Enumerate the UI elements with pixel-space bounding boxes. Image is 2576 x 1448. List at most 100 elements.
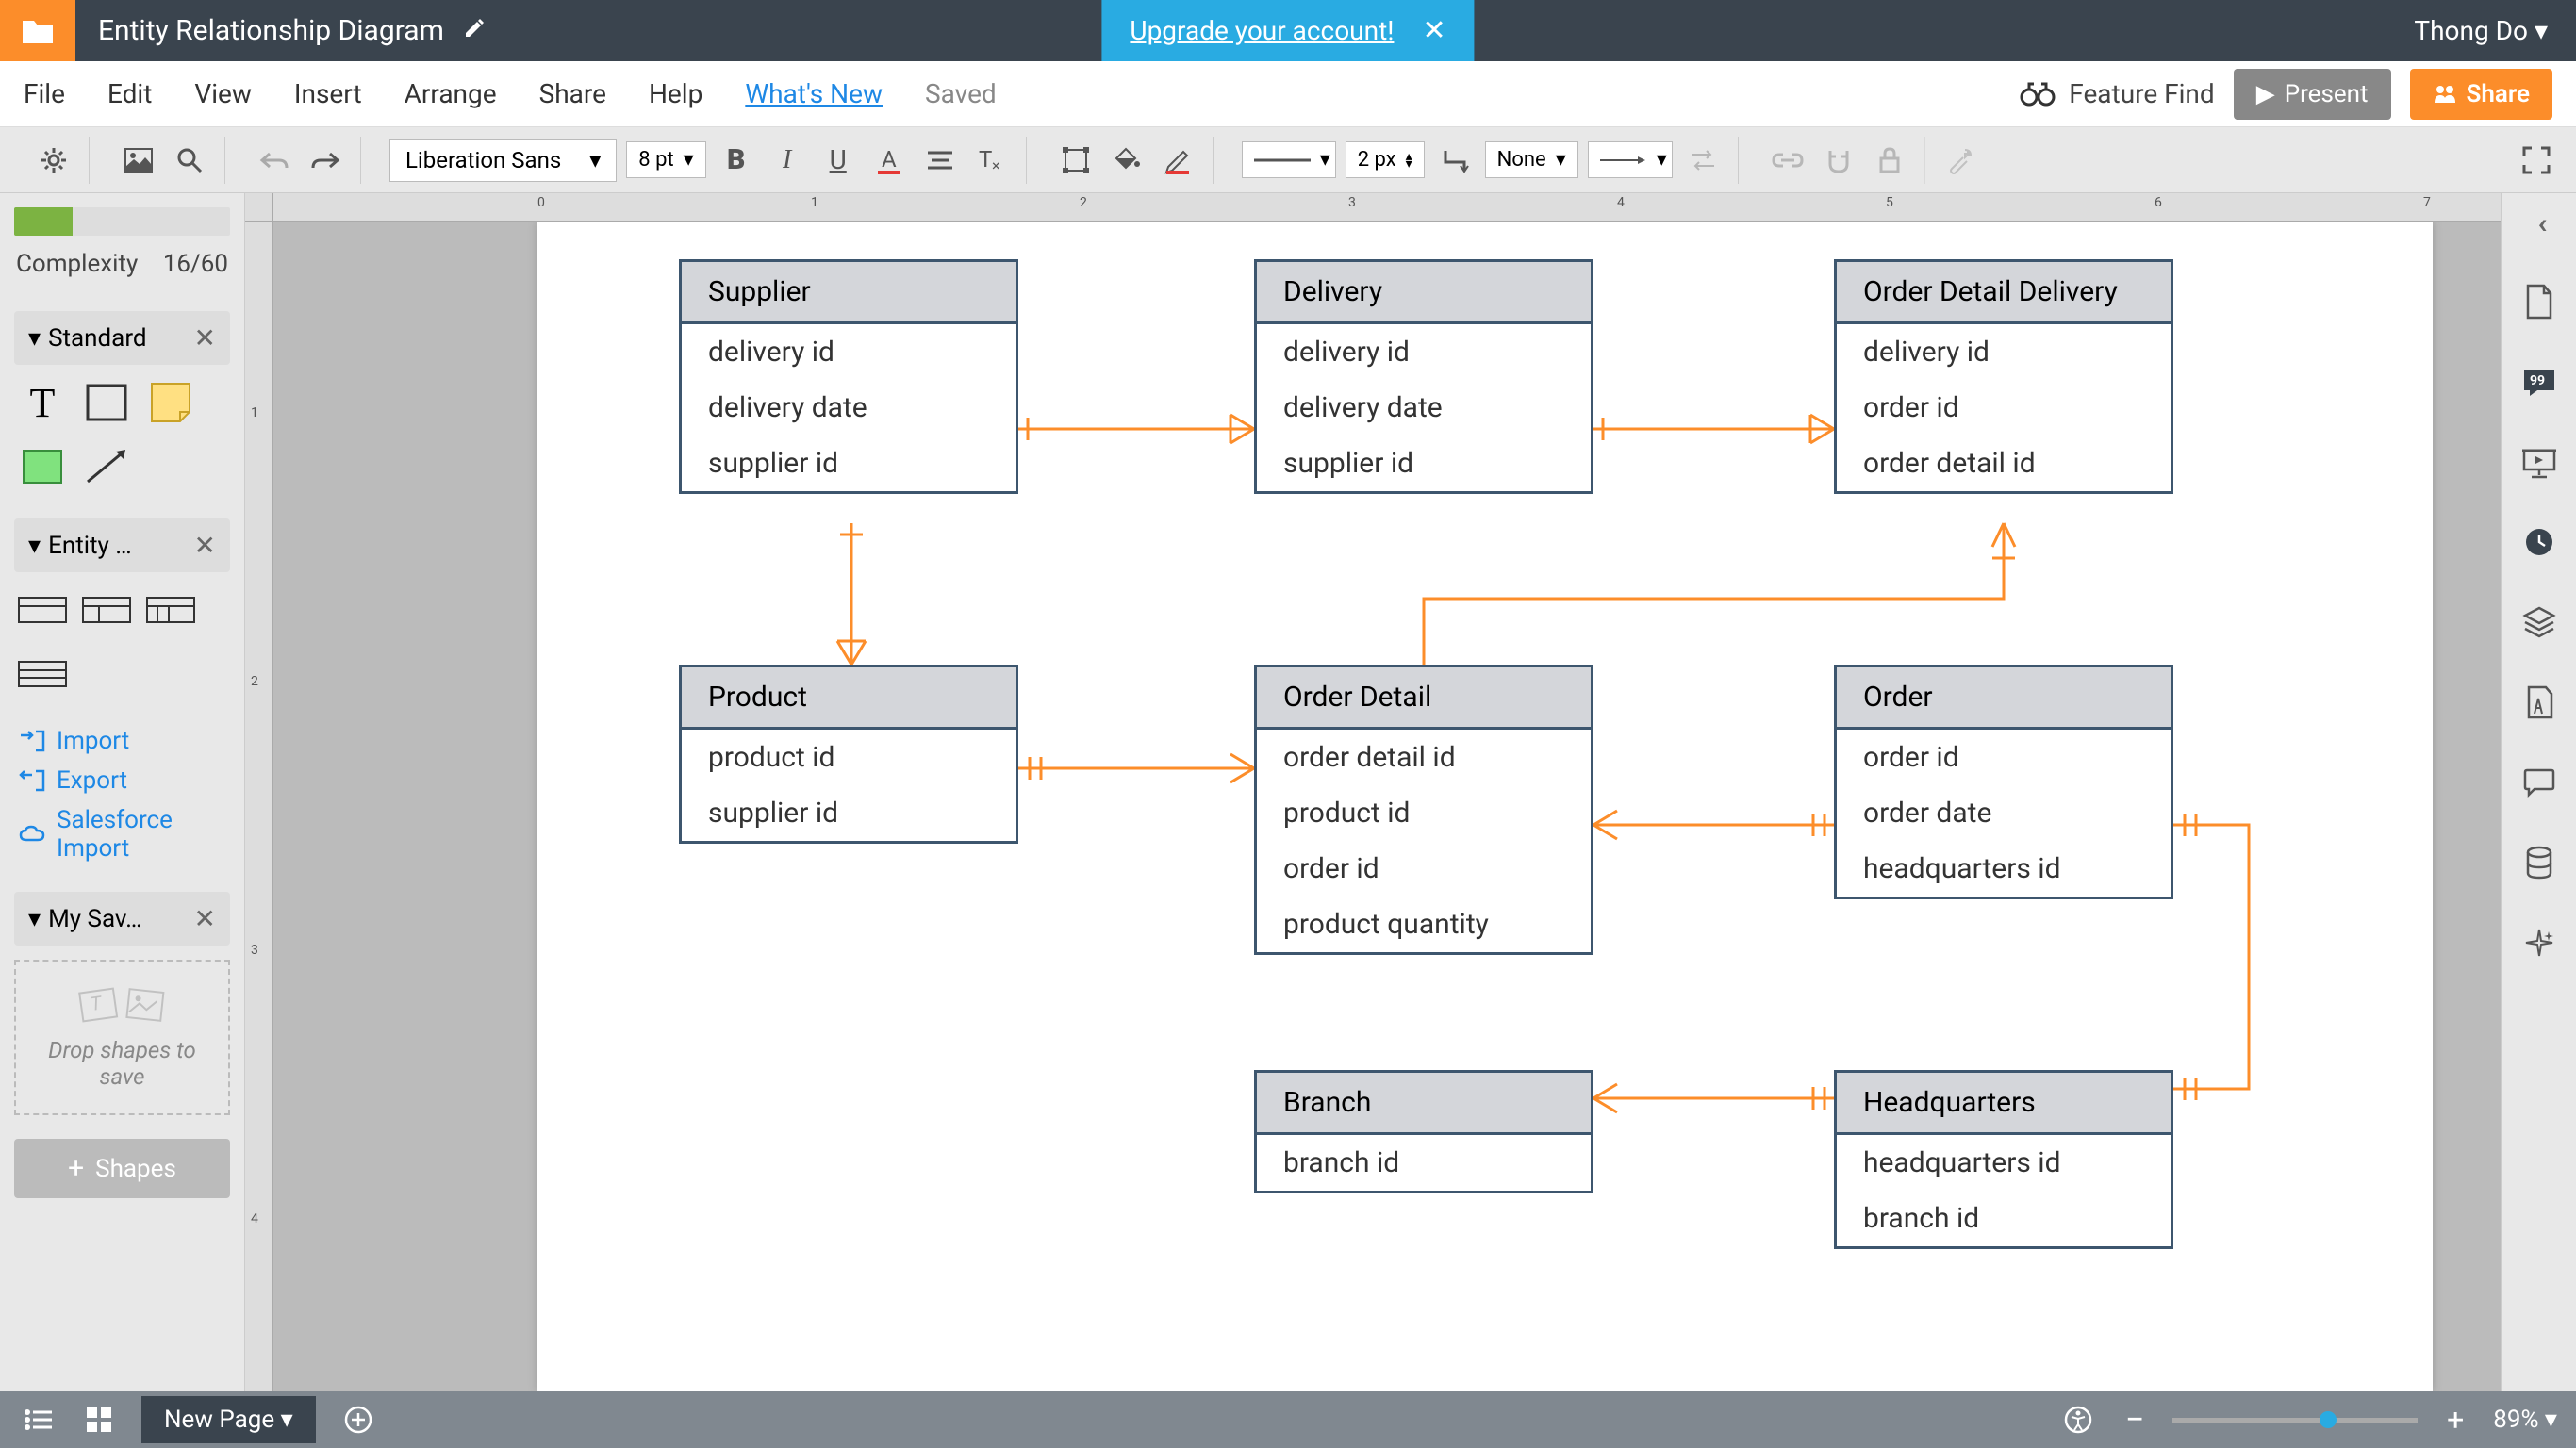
menu-insert[interactable]: Insert xyxy=(294,78,362,109)
panel-entity[interactable]: ▾ Entity … ✕ xyxy=(14,518,230,572)
collapse-right-icon[interactable]: ‹‹ xyxy=(2537,207,2539,240)
format-icon[interactable] xyxy=(2520,683,2558,721)
entity-row[interactable]: delivery id xyxy=(682,324,1016,380)
font-family-select[interactable]: Liberation Sans▾ xyxy=(389,139,617,182)
entity-row[interactable]: order detail id xyxy=(1257,730,1591,785)
drop-zone[interactable]: T Drop shapes to save xyxy=(14,960,230,1115)
gear-icon[interactable] xyxy=(33,140,74,181)
image-icon[interactable] xyxy=(118,140,159,181)
search-icon[interactable] xyxy=(169,140,210,181)
entity-row[interactable]: supplier id xyxy=(682,436,1016,491)
arrow-shape[interactable] xyxy=(83,443,130,490)
menu-arrange[interactable]: Arrange xyxy=(405,78,497,109)
entity-shape-3[interactable] xyxy=(147,586,194,634)
layers-icon[interactable] xyxy=(2520,603,2558,641)
lock-icon[interactable] xyxy=(1869,140,1910,181)
entity-product[interactable]: Productproduct idsupplier id xyxy=(679,665,1018,844)
share-button[interactable]: Share xyxy=(2410,69,2552,120)
entity-row[interactable]: branch id xyxy=(1257,1135,1591,1191)
entity-row[interactable]: delivery id xyxy=(1837,324,2171,380)
import-link[interactable]: Import xyxy=(19,721,225,761)
shape-box-button[interactable] xyxy=(1055,140,1097,181)
entity-row[interactable]: supplier id xyxy=(682,785,1016,841)
zoom-in-icon[interactable]: + xyxy=(2436,1401,2474,1439)
entity-hq[interactable]: Headquartersheadquarters idbranch id xyxy=(1834,1070,2173,1249)
canvas[interactable]: Supplierdelivery iddelivery datesupplier… xyxy=(273,222,2501,1391)
sparkle-icon[interactable] xyxy=(2520,924,2558,962)
entity-header[interactable]: Headquarters xyxy=(1837,1073,2171,1135)
document-title[interactable]: Entity Relationship Diagram xyxy=(98,14,444,47)
clock-icon[interactable] xyxy=(2520,523,2558,561)
note-shape[interactable] xyxy=(147,379,194,426)
entity-row[interactable]: delivery date xyxy=(1257,380,1591,436)
entity-row[interactable]: order id xyxy=(1837,730,2171,785)
entity-delivery[interactable]: Deliverydelivery iddelivery datesupplier… xyxy=(1254,259,1593,494)
entity-row[interactable]: product id xyxy=(682,730,1016,785)
swap-arrows-button[interactable] xyxy=(1682,140,1724,181)
present-button[interactable]: ▶ Present xyxy=(2234,69,2391,120)
entity-header[interactable]: Product xyxy=(682,667,1016,730)
data-icon[interactable] xyxy=(2520,844,2558,881)
accessibility-icon[interactable] xyxy=(2059,1401,2097,1439)
zoom-out-icon[interactable]: − xyxy=(2116,1401,2154,1439)
entity-shape-2[interactable] xyxy=(83,586,130,634)
entity-header[interactable]: Supplier xyxy=(682,262,1016,324)
entity-header[interactable]: Order xyxy=(1837,667,2171,730)
line-end-select[interactable]: None▾ xyxy=(1485,141,1578,178)
arrow-style-select[interactable]: ▾ xyxy=(1588,141,1673,178)
wrench-icon[interactable] xyxy=(1940,140,1981,181)
entity-shape-4[interactable] xyxy=(19,650,66,698)
entity-shape-1[interactable] xyxy=(19,586,66,634)
menu-file[interactable]: File xyxy=(24,78,65,109)
list-view-icon[interactable] xyxy=(19,1401,57,1439)
text-color-button[interactable]: A xyxy=(868,140,910,181)
rect-shape[interactable] xyxy=(83,379,130,426)
presentation-icon[interactable] xyxy=(2520,443,2558,481)
entity-odd[interactable]: Order Detail Deliverydelivery idorder id… xyxy=(1834,259,2173,494)
page-tab[interactable]: New Page ▾ xyxy=(141,1396,316,1443)
panel-standard[interactable]: ▾ Standard ✕ xyxy=(14,311,230,365)
undo-icon[interactable] xyxy=(254,140,295,181)
menu-edit[interactable]: Edit xyxy=(107,78,152,109)
line-route-button[interactable] xyxy=(1434,140,1476,181)
entity-row[interactable]: headquarters id xyxy=(1837,841,2171,897)
entity-row[interactable]: supplier id xyxy=(1257,436,1591,491)
close-icon[interactable]: ✕ xyxy=(194,903,216,934)
shapes-button[interactable]: + Shapes xyxy=(14,1139,230,1198)
entity-row[interactable]: headquarters id xyxy=(1837,1135,2171,1191)
close-icon[interactable]: ✕ xyxy=(194,322,216,354)
grid-view-icon[interactable] xyxy=(80,1401,118,1439)
page-icon[interactable] xyxy=(2520,283,2558,321)
menu-whats-new[interactable]: What's New xyxy=(745,78,883,109)
entity-header[interactable]: Branch xyxy=(1257,1073,1591,1135)
salesforce-import-link[interactable]: Salesforce Import xyxy=(19,800,225,868)
entity-header[interactable]: Order Detail Delivery xyxy=(1837,262,2171,324)
fill-color-button[interactable] xyxy=(1106,140,1148,181)
comment-icon[interactable]: 99 xyxy=(2520,363,2558,401)
entity-row[interactable]: delivery date xyxy=(682,380,1016,436)
entity-row[interactable]: order id xyxy=(1257,841,1591,897)
entity-header[interactable]: Order Detail xyxy=(1257,667,1591,730)
chat-icon[interactable] xyxy=(2520,764,2558,801)
entity-row[interactable]: branch id xyxy=(1837,1191,2171,1246)
entity-branch[interactable]: Branchbranch id xyxy=(1254,1070,1593,1193)
close-icon[interactable]: ✕ xyxy=(194,530,216,561)
entity-row[interactable]: delivery id xyxy=(1257,324,1591,380)
stroke-width-select[interactable]: 2 px▴▾ xyxy=(1346,141,1425,178)
bold-button[interactable]: B xyxy=(716,140,757,181)
entity-row[interactable]: product quantity xyxy=(1257,897,1591,952)
feature-find[interactable]: Feature Find xyxy=(2021,78,2214,109)
italic-button[interactable]: I xyxy=(767,140,808,181)
line-style-select[interactable]: ▾ xyxy=(1242,141,1336,178)
close-icon[interactable]: ✕ xyxy=(1422,14,1445,47)
upgrade-link[interactable]: Upgrade your account! xyxy=(1130,15,1394,46)
menu-share[interactable]: Share xyxy=(539,78,606,109)
zoom-thumb[interactable] xyxy=(2320,1411,2337,1428)
entity-orderdetail[interactable]: Order Detailorder detail idproduct idord… xyxy=(1254,665,1593,955)
block-shape[interactable] xyxy=(19,443,66,490)
text-shape[interactable]: T xyxy=(19,379,66,426)
redo-icon[interactable] xyxy=(305,140,346,181)
font-size-select[interactable]: 8 pt▾ xyxy=(626,141,705,178)
entity-row[interactable]: product id xyxy=(1257,785,1591,841)
add-page-icon[interactable] xyxy=(339,1401,377,1439)
